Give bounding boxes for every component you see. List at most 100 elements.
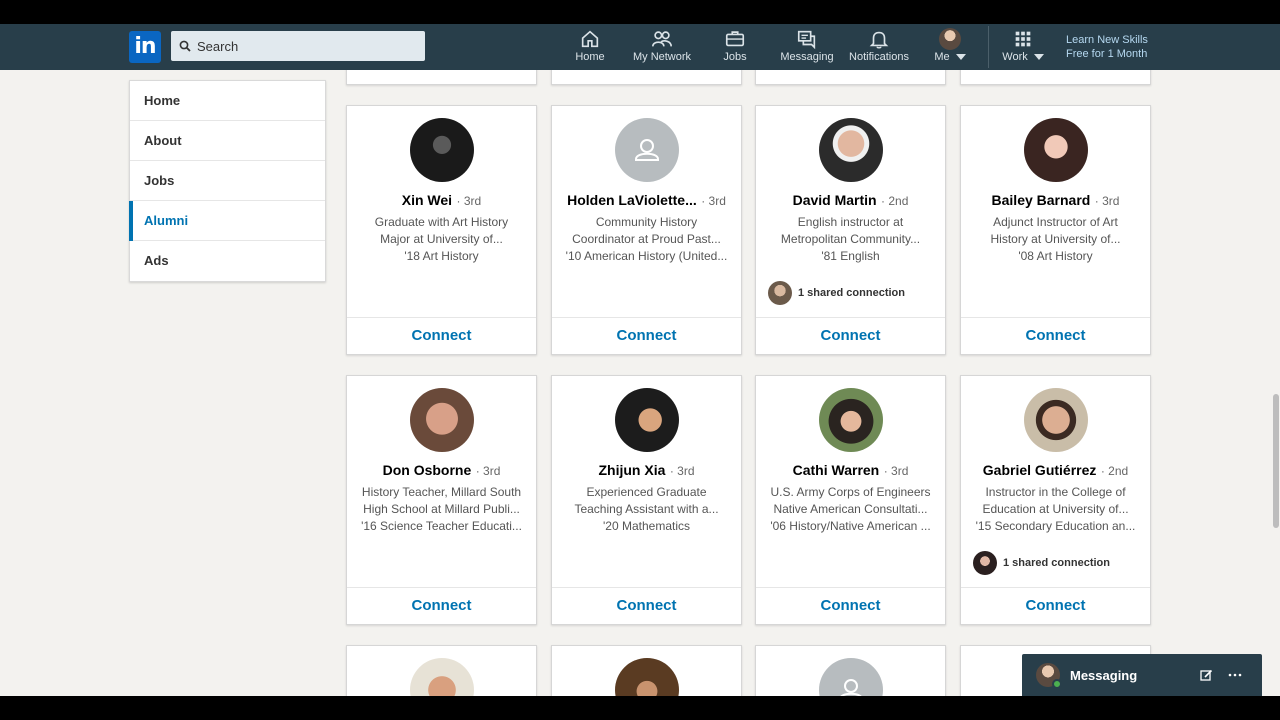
member-headline: English instructor at Metropolitan Commun… xyxy=(780,215,921,263)
alumni-card-partial xyxy=(551,645,742,696)
profile-photo[interactable] xyxy=(410,658,474,696)
sidebar-item-ads[interactable]: Ads xyxy=(130,241,325,281)
connect-button[interactable]: Connect xyxy=(821,327,881,344)
messaging-overlay[interactable]: Messaging xyxy=(1022,654,1262,696)
connection-degree: · 2nd xyxy=(1100,464,1129,478)
connect-button[interactable]: Connect xyxy=(821,597,881,614)
alumni-card-partial xyxy=(755,645,946,696)
nav-my-network[interactable]: My Network xyxy=(632,28,692,68)
nav-divider xyxy=(988,26,989,68)
alumni-card: Zhijun Xia · 3rd Experienced Graduate Tea… xyxy=(551,375,742,625)
connect-button[interactable]: Connect xyxy=(617,327,677,344)
avatar xyxy=(939,28,961,50)
alumni-card-partial xyxy=(346,645,537,696)
caret-down-icon xyxy=(955,54,966,61)
network-icon xyxy=(652,31,672,47)
shared-connection[interactable]: 1 shared connection xyxy=(973,551,1110,575)
page-viewport: in Home My Network Jobs Messaging Notifi… xyxy=(0,24,1280,696)
member-headline: Experienced Graduate Teaching Assistant w… xyxy=(574,485,719,533)
shared-connection[interactable]: 1 shared connection xyxy=(768,281,905,305)
online-status-dot xyxy=(1052,679,1062,689)
promo-line-1: Learn New Skills xyxy=(1066,34,1148,46)
member-name[interactable]: Xin Wei xyxy=(402,192,452,208)
nav-work-label: Work xyxy=(1002,51,1028,63)
top-navigation-bar: in Home My Network Jobs Messaging Notifi… xyxy=(0,24,1280,70)
nav-messaging[interactable]: Messaging xyxy=(779,28,835,68)
member-name[interactable]: Bailey Barnard xyxy=(992,192,1091,208)
profile-photo[interactable] xyxy=(819,388,883,452)
profile-photo[interactable] xyxy=(410,388,474,452)
member-headline: U.S. Army Corps of Engineers Native Ameri… xyxy=(770,485,931,533)
connection-degree: · 3rd xyxy=(883,464,909,478)
search-input[interactable] xyxy=(197,38,417,54)
school-page-sidebar: Home About Jobs Alumni Ads xyxy=(129,80,326,282)
member-headline: History Teacher, Millard South High Schoo… xyxy=(361,485,522,533)
profile-photo[interactable] xyxy=(1024,388,1088,452)
nav-home[interactable]: Home xyxy=(574,28,606,68)
messaging-icon xyxy=(797,30,816,50)
nav-home-label: Home xyxy=(575,51,605,63)
linkedin-logo[interactable]: in xyxy=(129,31,161,63)
alumni-card: Don Osborne · 3rd History Teacher, Milla… xyxy=(346,375,537,625)
member-name[interactable]: David Martin xyxy=(793,192,877,208)
scrollbar-thumb[interactable] xyxy=(1273,394,1279,528)
profile-photo[interactable] xyxy=(410,118,474,182)
nav-jobs-label: Jobs xyxy=(723,51,747,63)
connect-button[interactable]: Connect xyxy=(1026,597,1086,614)
alumni-card: David Martin · 2nd English instructor at… xyxy=(755,105,946,355)
alumni-card: Cathi Warren · 3rd U.S. Army Corps of En… xyxy=(755,375,946,625)
premium-promo-link[interactable]: Learn New Skills Free for 1 Month xyxy=(1066,33,1148,61)
sidebar-item-home[interactable]: Home xyxy=(130,81,325,121)
alumni-card: Holden LaViolette... · 3rd Community His… xyxy=(551,105,742,355)
default-profile-icon[interactable] xyxy=(819,658,883,696)
alumni-card: Xin Wei · 3rd Graduate with Art History M… xyxy=(346,105,537,355)
member-name[interactable]: Cathi Warren xyxy=(793,462,880,478)
alumni-card: Gabriel Gutiérrez · 2nd Instructor in th… xyxy=(960,375,1151,625)
nav-me[interactable]: Me xyxy=(932,28,968,68)
connection-degree: · 2nd xyxy=(881,194,909,208)
member-name[interactable]: Zhijun Xia xyxy=(598,462,665,478)
connection-degree: · 3rd xyxy=(669,464,695,478)
connect-button[interactable]: Connect xyxy=(412,327,472,344)
messaging-label: Messaging xyxy=(1070,667,1138,683)
avatar xyxy=(1036,663,1062,689)
connect-button[interactable]: Connect xyxy=(617,597,677,614)
nav-jobs[interactable]: Jobs xyxy=(720,28,750,68)
member-name[interactable]: Holden LaViolette... xyxy=(567,192,697,208)
bell-icon xyxy=(869,31,889,49)
more-options-icon[interactable] xyxy=(1228,673,1242,677)
member-name[interactable]: Don Osborne xyxy=(383,462,472,478)
sidebar-item-alumni[interactable]: Alumni xyxy=(129,201,325,241)
default-profile-icon[interactable] xyxy=(615,118,679,182)
sidebar-item-jobs[interactable]: Jobs xyxy=(130,161,325,201)
connection-degree: · 3rd xyxy=(701,194,726,208)
search-icon xyxy=(179,40,191,52)
connection-degree: · 3rd xyxy=(475,464,501,478)
member-name[interactable]: Gabriel Gutiérrez xyxy=(983,462,1097,478)
nav-my-network-label: My Network xyxy=(632,51,692,63)
search-box[interactable] xyxy=(171,31,425,61)
alumni-card: Bailey Barnard · 3rd Adjunct Instructor … xyxy=(960,105,1151,355)
member-headline: Graduate with Art History Major at Univer… xyxy=(374,215,509,263)
promo-line-2: Free for 1 Month xyxy=(1066,48,1148,60)
briefcase-icon xyxy=(725,31,745,47)
profile-photo[interactable] xyxy=(615,388,679,452)
compose-icon[interactable] xyxy=(1200,669,1213,682)
profile-photo[interactable] xyxy=(1024,118,1088,182)
connect-button[interactable]: Connect xyxy=(1026,327,1086,344)
sidebar-item-about[interactable]: About xyxy=(130,121,325,161)
connection-degree: · 3rd xyxy=(456,194,482,208)
shared-connection-avatar xyxy=(973,551,997,575)
profile-photo[interactable] xyxy=(615,658,679,696)
nav-messaging-label: Messaging xyxy=(780,51,834,63)
nav-work[interactable]: Work xyxy=(1000,28,1046,68)
connect-button[interactable]: Connect xyxy=(412,597,472,614)
nav-notifications[interactable]: Notifications xyxy=(848,28,910,68)
nav-notifications-label: Notifications xyxy=(849,51,909,63)
profile-photo[interactable] xyxy=(819,118,883,182)
nav-me-label: Me xyxy=(934,51,950,63)
member-headline: Instructor in the College of Education at… xyxy=(975,485,1136,533)
shared-connection-avatar xyxy=(768,281,792,305)
member-headline: Community History Coordinator at Proud Pa… xyxy=(565,215,728,263)
grid-icon xyxy=(1015,31,1031,47)
